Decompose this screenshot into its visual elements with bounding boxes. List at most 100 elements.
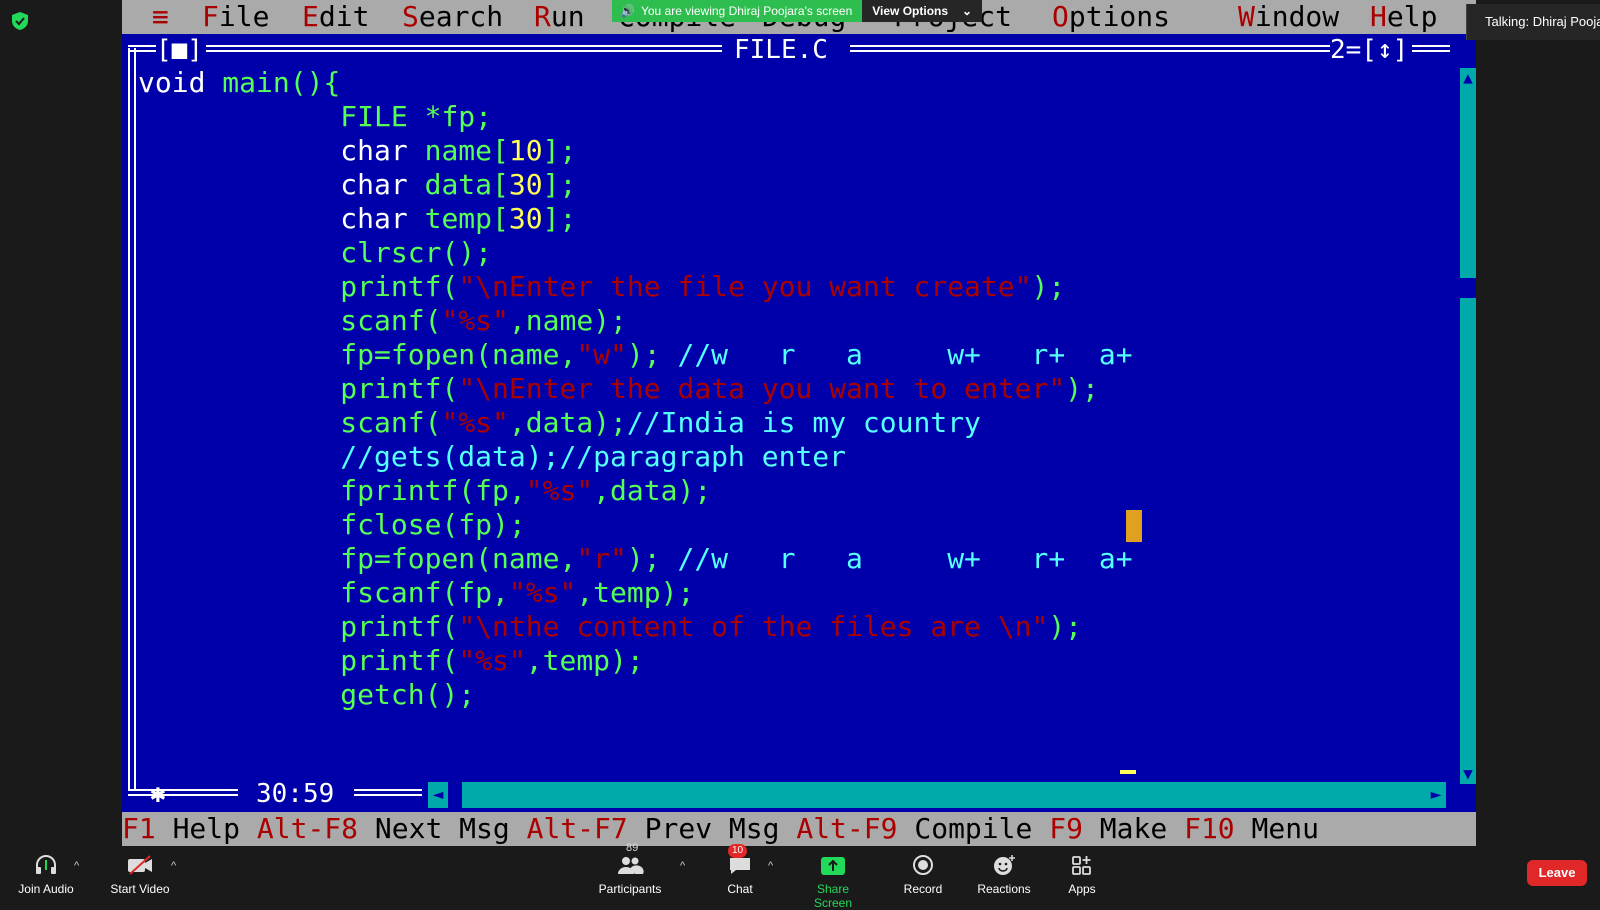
code-line[interactable]: char temp[30]; bbox=[138, 202, 1133, 236]
code-token: void bbox=[138, 66, 223, 99]
shortcut-key: Alt-F9 bbox=[796, 812, 898, 845]
status-shortcut[interactable]: F1 Help bbox=[122, 812, 257, 845]
view-banner: 🔊 You are viewing Dhiraj Poojara's scree… bbox=[612, 0, 983, 22]
code-token: "%s" bbox=[458, 644, 526, 677]
status-shortcut[interactable]: F10 Menu bbox=[1184, 812, 1319, 845]
menu-label: earch bbox=[418, 0, 504, 33]
join-audio-button[interactable]: Join Audio bbox=[12, 846, 80, 900]
shortcut-label: Make bbox=[1082, 812, 1185, 845]
code-line[interactable]: printf("\nEnter the data you want to ent… bbox=[138, 372, 1133, 406]
code-token: printf( bbox=[340, 372, 459, 405]
video-options-caret-icon[interactable]: ^ bbox=[171, 860, 176, 872]
code-token: ,name); bbox=[508, 304, 627, 337]
security-shield-icon[interactable] bbox=[12, 12, 28, 30]
code-editor[interactable]: void main(){ FILE *fp; char name[10]; ch… bbox=[138, 66, 1133, 712]
code-token: fp=fopen(name, bbox=[340, 542, 577, 575]
text-cursor bbox=[1120, 770, 1136, 774]
vertical-scrollbar[interactable]: ▲ ▼ bbox=[1460, 68, 1476, 784]
record-button[interactable]: Record bbox=[898, 846, 948, 900]
code-line[interactable]: clrscr(); bbox=[138, 236, 1133, 270]
code-line[interactable]: printf("\nEnter the file you want create… bbox=[138, 270, 1133, 304]
start-video-button[interactable]: Start Video bbox=[104, 846, 176, 900]
scroll-left-icon[interactable]: ◄ bbox=[428, 782, 448, 808]
code-token: getch(); bbox=[340, 678, 476, 711]
scroll-thumb[interactable] bbox=[1460, 278, 1476, 298]
code-token: 30 bbox=[508, 168, 543, 201]
chat-button[interactable]: 10 Chat bbox=[712, 844, 768, 900]
code-line[interactable]: scanf("%s",name); bbox=[138, 304, 1133, 338]
window-close-button[interactable]: [■] bbox=[156, 34, 203, 66]
horizontal-scrollbar[interactable]: ◄ ► bbox=[428, 782, 1446, 808]
code-token: //w r a w+ r+ a+ bbox=[677, 338, 1133, 371]
hscroll-thumb[interactable] bbox=[448, 782, 462, 808]
chevron-down-icon: ⌄ bbox=[962, 4, 973, 18]
code-token: "\nEnter the data you want to enter" bbox=[458, 372, 1066, 405]
apps-button[interactable]: Apps bbox=[1058, 846, 1106, 900]
join-audio-label: Join Audio bbox=[18, 882, 74, 896]
audio-options-caret-icon[interactable]: ^ bbox=[74, 860, 79, 872]
code-token: "%s" bbox=[508, 576, 577, 609]
chat-caret-icon[interactable]: ^ bbox=[768, 860, 773, 872]
code-line[interactable]: void main(){ bbox=[138, 66, 1133, 100]
code-token: char bbox=[340, 134, 425, 167]
system-menu-icon[interactable]: ≡ bbox=[152, 0, 169, 34]
smiley-icon bbox=[994, 855, 1015, 875]
view-options-button[interactable]: View Options ⌄ bbox=[862, 0, 983, 22]
code-token: ); bbox=[1031, 270, 1066, 303]
status-shortcut[interactable]: Alt-F7 Prev Msg bbox=[527, 812, 797, 845]
menu-help[interactable]: Help bbox=[1370, 0, 1437, 34]
status-shortcut[interactable]: F9 Make bbox=[1049, 812, 1184, 845]
code-line[interactable]: printf("\nthe content of the files are \… bbox=[138, 610, 1133, 644]
code-line[interactable]: fprintf(fp,"%s",data); bbox=[138, 474, 1133, 508]
menu-file[interactable]: File bbox=[202, 0, 269, 34]
menu-hotkey: R bbox=[534, 0, 551, 33]
apps-label: Apps bbox=[1068, 882, 1096, 896]
code-line[interactable]: printf("%s",temp); bbox=[138, 644, 1133, 678]
reactions-button[interactable]: Reactions bbox=[974, 846, 1034, 900]
menu-window[interactable]: Window bbox=[1238, 0, 1339, 34]
code-token: temp[ bbox=[424, 202, 509, 235]
leave-button[interactable]: Leave bbox=[1527, 860, 1587, 886]
code-token: FILE *fp; bbox=[340, 100, 493, 133]
code-token: ); bbox=[1065, 372, 1099, 405]
participants-count: 89 bbox=[626, 842, 639, 854]
share-screen-label: Share Screen bbox=[813, 882, 853, 910]
scroll-right-icon[interactable]: ► bbox=[1426, 782, 1446, 808]
code-line[interactable]: getch(); bbox=[138, 678, 1133, 712]
participants-caret-icon[interactable]: ^ bbox=[680, 860, 685, 872]
status-shortcut[interactable]: Alt-F8 Next Msg bbox=[257, 812, 527, 845]
code-line[interactable]: scanf("%s",data);//India is my country bbox=[138, 406, 1133, 440]
participants-icon bbox=[618, 857, 644, 874]
viewing-text: You are viewing Dhiraj Poojara's screen bbox=[640, 4, 853, 18]
share-screen-button[interactable]: Share Screen bbox=[798, 846, 868, 910]
code-line[interactable]: fclose(fp); bbox=[138, 508, 1133, 542]
code-line[interactable]: //gets(data);//paragraph enter bbox=[138, 440, 1133, 474]
code-line[interactable]: char data[30]; bbox=[138, 168, 1133, 202]
menu-run[interactable]: Run bbox=[534, 0, 585, 34]
menu-search[interactable]: Search bbox=[402, 0, 503, 34]
code-token: ,temp); bbox=[576, 576, 695, 609]
scroll-down-icon[interactable]: ▼ bbox=[1460, 764, 1476, 784]
menu-edit[interactable]: Edit bbox=[302, 0, 369, 34]
code-line[interactable]: char name[10]; bbox=[138, 134, 1133, 168]
participants-button[interactable]: 89 Participants bbox=[592, 842, 668, 900]
menu-label: ptions bbox=[1068, 0, 1171, 33]
frame-left bbox=[128, 48, 136, 790]
scroll-up-icon[interactable]: ▲ bbox=[1460, 68, 1476, 88]
status-shortcut[interactable]: Alt-F9 Compile bbox=[796, 812, 1049, 845]
code-line[interactable]: FILE *fp; bbox=[138, 100, 1133, 134]
code-line[interactable]: fp=fopen(name,"r"); //w r a w+ r+ a+ bbox=[138, 542, 1132, 576]
code-line[interactable]: fscanf(fp,"%s",temp); bbox=[138, 576, 1133, 610]
window-zoom-button[interactable]: 2=[↕] bbox=[1330, 34, 1408, 66]
code-line[interactable]: fp=fopen(name,"w"); //w r a w+ r+ a+ bbox=[138, 338, 1133, 372]
status-bar: F1 Help Alt-F8 Next Msg Alt-F7 Prev Msg … bbox=[122, 812, 1476, 846]
menu-options[interactable]: Options bbox=[1052, 0, 1170, 34]
